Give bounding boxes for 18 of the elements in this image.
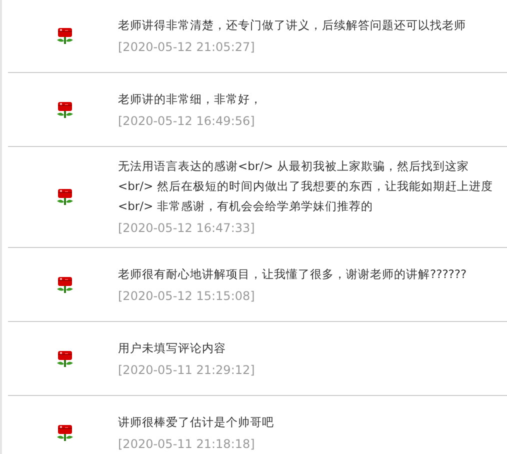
review-text: 老师讲得非常清楚，还专门做了讲义，后续解答问题还可以找老师	[118, 16, 466, 34]
flower-icon	[56, 26, 72, 44]
review-text: 讲师很棒爱了估计是个帅哥吧	[118, 414, 274, 430]
flower-icon	[56, 350, 72, 368]
flower-icon	[56, 276, 72, 294]
review-time: [2020-05-11 21:29:12]	[118, 362, 255, 378]
flower-icon	[56, 424, 72, 442]
review-text: 老师讲的非常细，非常好，	[118, 90, 262, 108]
review-time: [2020-05-12 16:47:33]	[118, 220, 256, 237]
review-time: [2020-05-12 16:49:56]	[118, 112, 256, 130]
review-time: [2020-05-12 21:05:27]	[118, 38, 256, 56]
review-text: 用户未填写评论内容	[118, 340, 227, 356]
review-text: 老师很有耐心地讲解项目，让我懂了很多，谢谢老师的讲解??????	[118, 266, 467, 282]
review-time: [2020-05-11 21:18:18]	[118, 436, 256, 452]
review-text: 无法用语言表达的感谢<br/> 从最初我被上家欺骗，然后找到这家<br/> 然后在极短的时间内做出了我想要的东西，让我能如期赶上进度<br/> 非常感谢，有机会会给学弟学妹们推荐的	[118, 158, 494, 215]
review-time: [2020-05-12 15:15:08]	[118, 288, 256, 304]
flower-icon	[56, 100, 72, 118]
flower-icon	[56, 188, 72, 206]
